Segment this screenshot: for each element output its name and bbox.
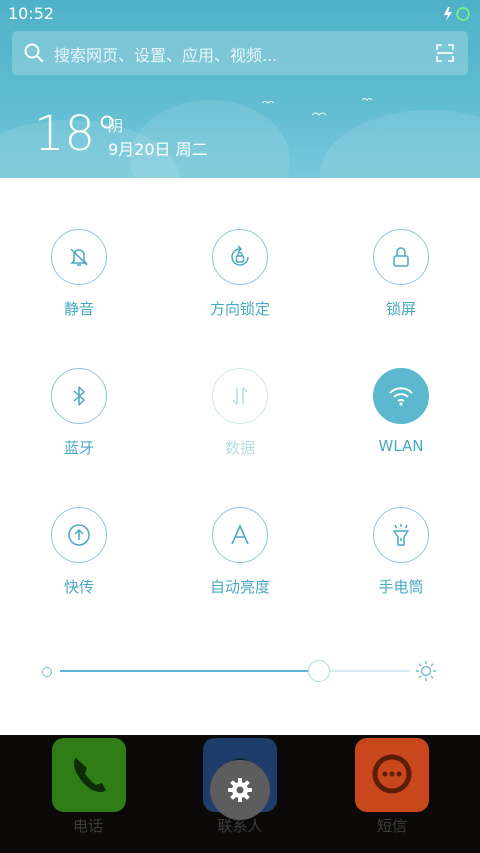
auto-brightness-icon xyxy=(231,524,249,545)
tile-label: 快传 xyxy=(63,578,94,596)
brightness-fill xyxy=(60,670,319,672)
tile-label: 静音 xyxy=(63,300,94,318)
brightness-slider[interactable] xyxy=(36,658,444,684)
upload-icon xyxy=(68,524,90,546)
gear-icon xyxy=(228,778,252,802)
tile-rotation-lock-button[interactable] xyxy=(212,229,268,285)
tile-flashlight-button[interactable] xyxy=(373,507,429,563)
brightness-low-icon xyxy=(42,667,52,677)
bird-decoration xyxy=(312,112,326,116)
tile-mute[interactable]: 静音 xyxy=(0,229,160,339)
tile-label: 锁屏 xyxy=(385,300,416,318)
app-label: 短信 xyxy=(376,817,407,835)
tile-label: 方向锁定 xyxy=(209,300,270,318)
wifi-icon xyxy=(389,387,413,406)
temperature: 18° xyxy=(34,106,120,162)
scan-icon[interactable] xyxy=(436,44,454,62)
tile-label: 蓝牙 xyxy=(63,439,94,457)
tile-quick-transfer[interactable]: 快传 xyxy=(0,507,160,617)
weather-date: 9月20日 周二 xyxy=(108,140,208,159)
tile-lock-screen[interactable]: 锁屏 xyxy=(322,229,480,339)
app-phone[interactable] xyxy=(52,738,126,812)
tile-mobile-data-button[interactable] xyxy=(212,368,268,424)
quick-settings-panel: 静音 方向锁定 锁屏 蓝牙 数据 WLAN 快传 自动亮度 手电筒 xyxy=(0,178,480,735)
tile-bluetooth[interactable]: 蓝牙 xyxy=(0,368,160,478)
status-bar: 10:52 xyxy=(0,0,480,28)
weather-condition: 阴 xyxy=(108,117,124,135)
status-icons xyxy=(442,6,472,22)
tile-mute-button[interactable] xyxy=(51,229,107,285)
bird-decoration xyxy=(362,98,372,101)
bluetooth-icon xyxy=(73,386,85,406)
data-transfer-icon xyxy=(232,387,248,405)
tile-flashlight[interactable]: 手电筒 xyxy=(322,507,480,617)
tile-lock-screen-button[interactable] xyxy=(373,229,429,285)
search-bar[interactable]: 搜索网页、设置、应用、视频... xyxy=(12,31,468,75)
rotation-lock-icon xyxy=(231,245,249,266)
brightness-thumb[interactable] xyxy=(308,660,330,682)
brightness-track[interactable] xyxy=(60,660,410,682)
tile-quick-transfer-button[interactable] xyxy=(51,507,107,563)
tile-wlan[interactable]: WLAN xyxy=(322,368,480,478)
tile-label: WLAN xyxy=(378,437,424,455)
tile-auto-brightness[interactable]: 自动亮度 xyxy=(161,507,321,617)
search-icon xyxy=(24,43,43,62)
mute-bell-icon xyxy=(70,248,88,266)
tile-label: 手电筒 xyxy=(378,578,424,596)
flashlight-icon xyxy=(393,524,409,546)
status-time: 10:52 xyxy=(8,4,55,23)
phone-icon xyxy=(74,758,106,792)
tile-bluetooth-button[interactable] xyxy=(51,368,107,424)
brightness-high-icon xyxy=(416,661,436,681)
charging-bolt-icon xyxy=(444,7,470,21)
app-messages[interactable] xyxy=(355,738,429,812)
tile-wlan-button[interactable] xyxy=(373,368,429,424)
tile-auto-brightness-button[interactable] xyxy=(212,507,268,563)
message-icon xyxy=(372,754,412,794)
lock-icon xyxy=(393,247,409,267)
tile-rotation-lock[interactable]: 方向锁定 xyxy=(161,229,321,339)
cloud-decoration xyxy=(320,110,480,178)
tile-label: 自动亮度 xyxy=(209,578,270,596)
notification-header: 10:52 搜索网页、设置、应用、视频... 18° 阴 9月20日 周二 xyxy=(0,0,480,178)
app-label: 电话 xyxy=(72,817,103,835)
search-placeholder: 搜索网页、设置、应用、视频... xyxy=(54,46,278,65)
tile-label: 数据 xyxy=(224,439,255,457)
settings-button[interactable] xyxy=(210,760,270,820)
tile-mobile-data[interactable]: 数据 xyxy=(161,368,321,478)
bird-decoration xyxy=(262,101,274,104)
